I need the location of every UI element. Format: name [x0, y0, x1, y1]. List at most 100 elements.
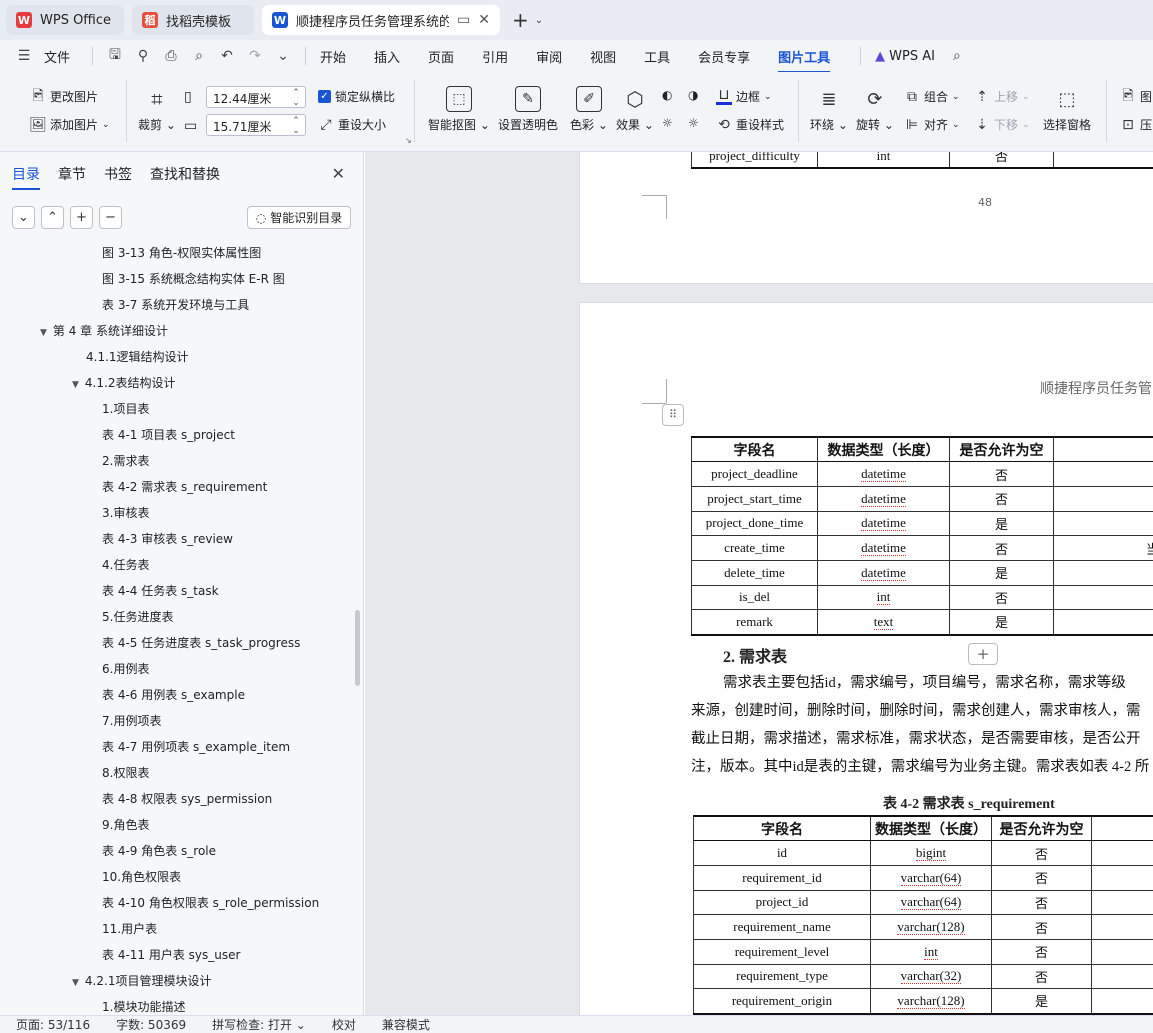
border-button[interactable]: ⊔ 边框 ⌄ [716, 87, 772, 105]
document-canvas[interactable]: project_difficulty int 否 48 顺捷程序员任务管 ⠿ 字… [365, 152, 1153, 1015]
menu-file[interactable]: 文件 [44, 47, 70, 66]
expand-arrow-icon[interactable]: ▼ [72, 978, 79, 988]
toc-item[interactable]: 4.1.1逻辑结构设计 [86, 344, 189, 370]
smart-toc-button[interactable]: ◌ 智能识别目录 [247, 206, 351, 229]
toc-item[interactable]: 2.需求表 [102, 448, 149, 474]
toc-item[interactable]: 表 4-9 角色表 s_role [102, 838, 216, 864]
toc-item[interactable]: 8.权限表 [102, 760, 149, 786]
tab-wps-office[interactable]: W WPS Office [6, 5, 124, 35]
toc-item[interactable]: 11.用户表 [102, 916, 157, 942]
menu-picture-tools[interactable]: 图片工具 [778, 47, 831, 73]
effects-button[interactable]: ⬡ 效果 ⌄ [616, 86, 654, 133]
scrollbar[interactable] [355, 610, 360, 686]
toc-item[interactable]: 表 4-5 任务进度表 s_task_progress [102, 630, 300, 656]
hamburger-icon[interactable]: ☰ [16, 48, 32, 64]
menu-insert[interactable]: 插入 [374, 47, 400, 66]
crop-button[interactable]: ⌗ 裁剪 ⌄ [138, 86, 176, 133]
more-image-button[interactable]: 🖻 图 [1120, 88, 1152, 105]
toc-item[interactable]: 表 3-7 系统开发环境与工具 [102, 292, 249, 318]
toc-item[interactable]: 图 3-15 系统概念结构实体 E-R 图 [102, 266, 285, 292]
rotate-button[interactable]: ⟳ 旋转 ⌄ [856, 86, 894, 133]
menu-page[interactable]: 页面 [428, 47, 454, 66]
expand-arrow-icon[interactable]: ▼ [72, 380, 79, 390]
toc-item[interactable]: 表 4-6 用例表 s_example [102, 682, 245, 708]
width-input[interactable]: 12.44厘米 [206, 86, 306, 108]
toc-item[interactable]: 1.项目表 [102, 396, 149, 422]
toc-item[interactable]: ▼ 第 4 章 系统详细设计 [40, 318, 168, 344]
toc-item[interactable]: 表 4-7 用例项表 s_example_item [102, 734, 290, 760]
reset-size-button[interactable]: ⤢ 重设大小 [318, 116, 386, 133]
contrast-decrease-icon[interactable]: ☼ [688, 116, 699, 130]
toc-item[interactable]: 6.用例表 [102, 656, 149, 682]
wrap-button[interactable]: ≣ 环绕 ⌄ [810, 86, 848, 133]
print-preview-icon[interactable]: ⌕ [191, 48, 207, 64]
move-down-button[interactable]: ⇣ 下移 ⌄ [974, 116, 1029, 133]
reset-style-button[interactable]: ⟲ 重设样式 [716, 116, 784, 133]
select-pane-button[interactable]: ⬚ 选择窗格 [1043, 86, 1091, 133]
chevron-down-icon[interactable]: ⌄ [535, 15, 543, 26]
wps-ai-button[interactable]: ▲ WPS AI [875, 49, 935, 64]
toc-item[interactable]: 表 4-4 任务表 s_task [102, 578, 219, 604]
screen-icon[interactable]: ▭ [457, 12, 470, 28]
align-button[interactable]: ⊫ 对齐 ⌄ [904, 116, 960, 133]
compress-button[interactable]: ⊡ 压 [1120, 116, 1152, 133]
move-up-button[interactable]: ⇡ 上移 ⌄ [974, 88, 1029, 105]
table-move-handle-icon[interactable]: ⠿ [662, 404, 684, 426]
spell-check-toggle[interactable]: 拼写检查: 打开 ⌄ [212, 1016, 306, 1033]
new-tab-icon[interactable]: + [512, 8, 529, 32]
proofread-button[interactable]: 校对 [332, 1016, 356, 1033]
height-input[interactable]: 15.71厘米 [206, 114, 306, 136]
toc-item[interactable]: 表 4-11 用户表 sys_user [102, 942, 240, 968]
expand-arrow-icon[interactable]: ▼ [40, 328, 47, 338]
lock-ratio-checkbox[interactable]: ✓ 锁定纵横比 [318, 88, 395, 105]
collapse-icon[interactable]: ⌄ [12, 206, 35, 229]
menu-review[interactable]: 审阅 [536, 47, 562, 66]
set-transparent-button[interactable]: ✎ 设置透明色 [498, 86, 558, 133]
tab-chapters[interactable]: 章节 [58, 164, 86, 184]
toc-item[interactable]: 表 4-2 需求表 s_requirement [102, 474, 267, 500]
tab-toc[interactable]: 目录 [12, 164, 40, 190]
toc-item[interactable]: 图 3-13 角色-权限实体属性图 [102, 240, 261, 266]
add-row-icon[interactable]: + [968, 643, 998, 665]
menu-view[interactable]: 视图 [590, 47, 616, 66]
menu-tools[interactable]: 工具 [644, 47, 670, 66]
tab-docer-templates[interactable]: 稻 找稻壳模板 [132, 5, 254, 35]
toc-item[interactable]: 表 4-8 权限表 sys_permission [102, 786, 272, 812]
add-heading-icon[interactable]: + [70, 206, 93, 229]
page-indicator[interactable]: 页面: 53/116 [16, 1016, 90, 1033]
toc-item[interactable]: 3.审核表 [102, 500, 149, 526]
toc-item[interactable]: 10.角色权限表 [102, 864, 181, 890]
tab-find-replace[interactable]: 查找和替换 [150, 164, 220, 184]
menu-member[interactable]: 会员专享 [698, 47, 750, 66]
smart-cutout-button[interactable]: ⬚ 智能抠图 ⌄ [428, 86, 490, 133]
toc-item[interactable]: 5.任务进度表 [102, 604, 173, 630]
color-button[interactable]: ✐ 色彩 ⌄ [570, 86, 608, 133]
change-image-button[interactable]: 🖻 更改图片 [30, 88, 98, 105]
tab-document[interactable]: W 顺捷程序员任务管理系统的设计 ▭ ✕ [262, 5, 500, 35]
toc-item[interactable]: 表 4-3 审核表 s_review [102, 526, 233, 552]
brightness-decrease-icon[interactable]: ☼ [662, 116, 673, 130]
toc-item[interactable]: 9.角色表 [102, 812, 149, 838]
menu-references[interactable]: 引用 [482, 47, 508, 66]
print-icon[interactable]: ⎙ [163, 48, 179, 64]
toc-item[interactable]: ▼ 4.1.2表结构设计 [72, 370, 175, 396]
dialog-launcher-icon[interactable]: ↘ [405, 136, 412, 145]
contrast-increase-icon[interactable]: ◑ [688, 88, 698, 102]
menu-start[interactable]: 开始 [320, 47, 346, 66]
group-button[interactable]: ⧉ 组合 ⌄ [904, 88, 960, 105]
share-icon[interactable]: ⚲ [135, 48, 151, 64]
toc-item[interactable]: 7.用例项表 [102, 708, 161, 734]
redo-icon[interactable]: ↷ [247, 48, 263, 64]
tab-bookmarks[interactable]: 书签 [104, 164, 132, 184]
remove-heading-icon[interactable]: − [99, 206, 122, 229]
search-icon[interactable]: ⌕ [949, 48, 965, 64]
close-icon[interactable]: ✕ [478, 12, 490, 28]
brightness-increase-icon[interactable]: ◐ [662, 88, 672, 102]
toc-item[interactable]: 4.任务表 [102, 552, 149, 578]
expand-icon[interactable]: ⌃ [41, 206, 64, 229]
toc-item[interactable]: ▼ 4.2.1项目管理模块设计 [72, 968, 211, 994]
toc-item[interactable]: 表 4-1 项目表 s_project [102, 422, 235, 448]
add-image-button[interactable]: 🖼 添加图片 ⌄ [29, 116, 109, 133]
word-count[interactable]: 字数: 50369 [116, 1016, 186, 1033]
toc-item[interactable]: 1.模块功能描述 [102, 994, 185, 1015]
